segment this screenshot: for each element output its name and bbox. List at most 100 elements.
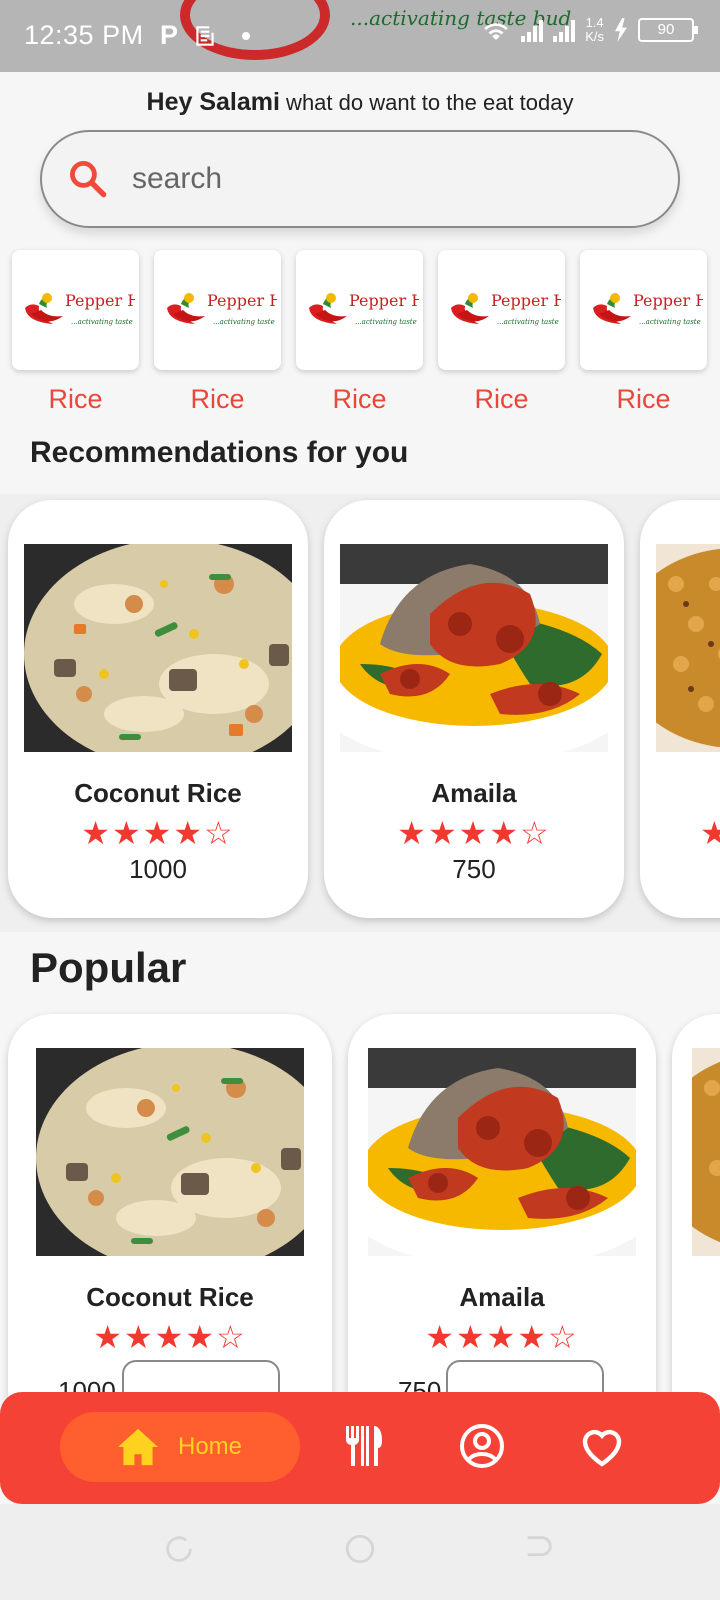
recent-apps-icon[interactable] — [162, 1532, 196, 1566]
star-filled-icon: ★ — [142, 815, 174, 851]
category-list: Pepper House ...activating taste buds Ri… — [12, 250, 707, 415]
amaila-image — [368, 1048, 636, 1256]
brand-name: Pepper House — [633, 291, 703, 310]
status-notification-icons: P — [160, 20, 251, 51]
app-screen: ...activating taste bud 12:35 PM P 1.4 K… — [0, 0, 720, 1600]
news-icon — [196, 25, 214, 46]
brand-tagline: ...activating taste buds — [497, 318, 561, 326]
back-icon[interactable] — [522, 1532, 556, 1566]
category-item[interactable]: Pepper House ...activating taste buds Ri… — [438, 250, 565, 415]
network-speed: 1.4 K/s — [585, 15, 604, 44]
nav-home-button[interactable]: Home — [60, 1412, 300, 1482]
dish-name: Amaila — [431, 778, 517, 808]
star-filled-icon: ★ — [517, 1319, 549, 1355]
star-outline-icon: ☆ — [548, 1319, 579, 1355]
category-label: Rice — [48, 384, 103, 414]
recommendations-title: Recommendations for you — [30, 436, 409, 469]
pepper-house-logo: Pepper House ...activating taste buds — [24, 291, 135, 326]
dish-name: Coconut Rice — [74, 778, 242, 808]
dish-name: Coconut Rice — [86, 1282, 254, 1312]
favorite-icon[interactable] — [578, 1422, 626, 1470]
category-card[interactable]: Pepper House ...activating taste buds — [154, 250, 281, 370]
category-card[interactable]: Pepper House ...activating taste buds — [580, 250, 707, 370]
pepper-house-logo: Pepper House ...activating taste buds — [450, 291, 561, 326]
search-icon[interactable] — [66, 157, 110, 201]
star-filled-icon: ★ — [455, 1319, 487, 1355]
brand-name: Pepper House — [65, 291, 135, 310]
status-bar: ...activating taste bud 12:35 PM P 1.4 K… — [0, 0, 720, 72]
rating-stars: ★★★★☆ — [324, 814, 624, 852]
coconut-rice-image — [24, 544, 292, 752]
search-bar[interactable] — [40, 130, 680, 228]
star-filled-icon: ★ — [425, 1319, 456, 1355]
rating-stars: ★★★★☆ — [8, 814, 308, 852]
rating-stars: ★★★★☆ — [8, 1318, 332, 1356]
star-outline-icon: ☆ — [204, 815, 235, 851]
dish-price: 1000 — [129, 854, 187, 884]
more-notifications-dot — [242, 31, 251, 40]
beans-image — [692, 1048, 720, 1256]
rating-stars-partial: ★ — [640, 814, 720, 852]
system-navigation-bar — [0, 1504, 720, 1600]
star-filled-icon: ★ — [154, 1319, 186, 1355]
category-label: Rice — [190, 384, 245, 414]
pepper-house-logo: Pepper House ...activating taste buds — [308, 291, 419, 326]
star-filled-icon: ★ — [489, 815, 521, 851]
star-filled-icon: ★ — [123, 1319, 155, 1355]
account-icon[interactable] — [458, 1422, 506, 1470]
pepper-house-logo: Pepper House ...activating taste buds — [166, 291, 277, 326]
star-filled-icon: ★ — [700, 815, 720, 851]
wifi-icon — [484, 23, 509, 40]
category-card[interactable]: Pepper House ...activating taste buds — [12, 250, 139, 370]
popular-title: Popular — [30, 944, 187, 991]
amaila-image — [340, 544, 608, 752]
greeting-name: Hey Salami — [146, 88, 280, 116]
greeting: Hey Salami what do want to the eat today — [0, 88, 720, 117]
bottom-navigation: Home — [0, 1392, 720, 1504]
category-card[interactable]: Pepper House ...activating taste buds — [438, 250, 565, 370]
brand-tagline: ...activating taste buds — [213, 318, 277, 326]
star-filled-icon: ★ — [93, 1319, 124, 1355]
star-filled-icon: ★ — [427, 815, 459, 851]
restaurant-icon[interactable] — [340, 1422, 388, 1470]
parking-app-icon: P — [160, 20, 179, 50]
nav-home-label: Home — [178, 1433, 243, 1460]
recommendations-carousel[interactable]: Coconut Rice ★★★★☆ 1000 Amaila ★★★★☆ 750… — [0, 494, 720, 932]
recommendation-card[interactable]: Coconut Rice ★★★★☆ 1000 — [8, 500, 308, 918]
star-filled-icon: ★ — [111, 815, 143, 851]
dish-price: 750 — [452, 854, 496, 884]
brand-tagline: ...activating taste buds — [355, 318, 419, 326]
category-item[interactable]: Pepper House ...activating taste buds Ri… — [296, 250, 423, 415]
pepper-house-logo: Pepper House ...activating taste buds — [592, 291, 703, 326]
rating-stars: ★★★★☆ — [348, 1318, 656, 1356]
coconut-rice-image — [36, 1048, 304, 1256]
status-time: 12:35 PM — [24, 20, 144, 50]
category-item[interactable]: Pepper House ...activating taste buds Ri… — [12, 250, 139, 415]
signal-icon — [521, 18, 544, 42]
category-item[interactable]: Pepper House ...activating taste buds Ri… — [580, 250, 707, 415]
category-card[interactable]: Pepper House ...activating taste buds — [296, 250, 423, 370]
battery-icon: 90 — [638, 18, 698, 42]
category-label: Rice — [616, 384, 671, 414]
brand-name: Pepper House — [349, 291, 419, 310]
star-filled-icon: ★ — [397, 815, 428, 851]
star-filled-icon: ★ — [185, 1319, 217, 1355]
status-system-icons: 1.4 K/s 90 — [481, 15, 698, 44]
category-label: Rice — [332, 384, 387, 414]
recommendation-card-partial[interactable]: ★ — [640, 500, 720, 918]
brand-name: Pepper House — [491, 291, 561, 310]
recommendation-card[interactable]: Amaila ★★★★☆ 750 — [324, 500, 624, 918]
signal-2-icon — [553, 18, 576, 42]
dish-name: Amaila — [459, 1282, 545, 1312]
home-system-icon[interactable] — [343, 1532, 377, 1566]
star-filled-icon: ★ — [486, 1319, 518, 1355]
star-outline-icon: ☆ — [216, 1319, 247, 1355]
category-label: Rice — [474, 384, 529, 414]
brand-tagline: ...activating taste buds — [71, 318, 135, 326]
star-filled-icon: ★ — [173, 815, 205, 851]
beans-image — [656, 544, 720, 752]
home-icon — [118, 1428, 158, 1466]
search-input[interactable] — [132, 162, 592, 196]
brand-tagline: ...activating taste buds — [639, 318, 703, 326]
category-item[interactable]: Pepper House ...activating taste buds Ri… — [154, 250, 281, 415]
